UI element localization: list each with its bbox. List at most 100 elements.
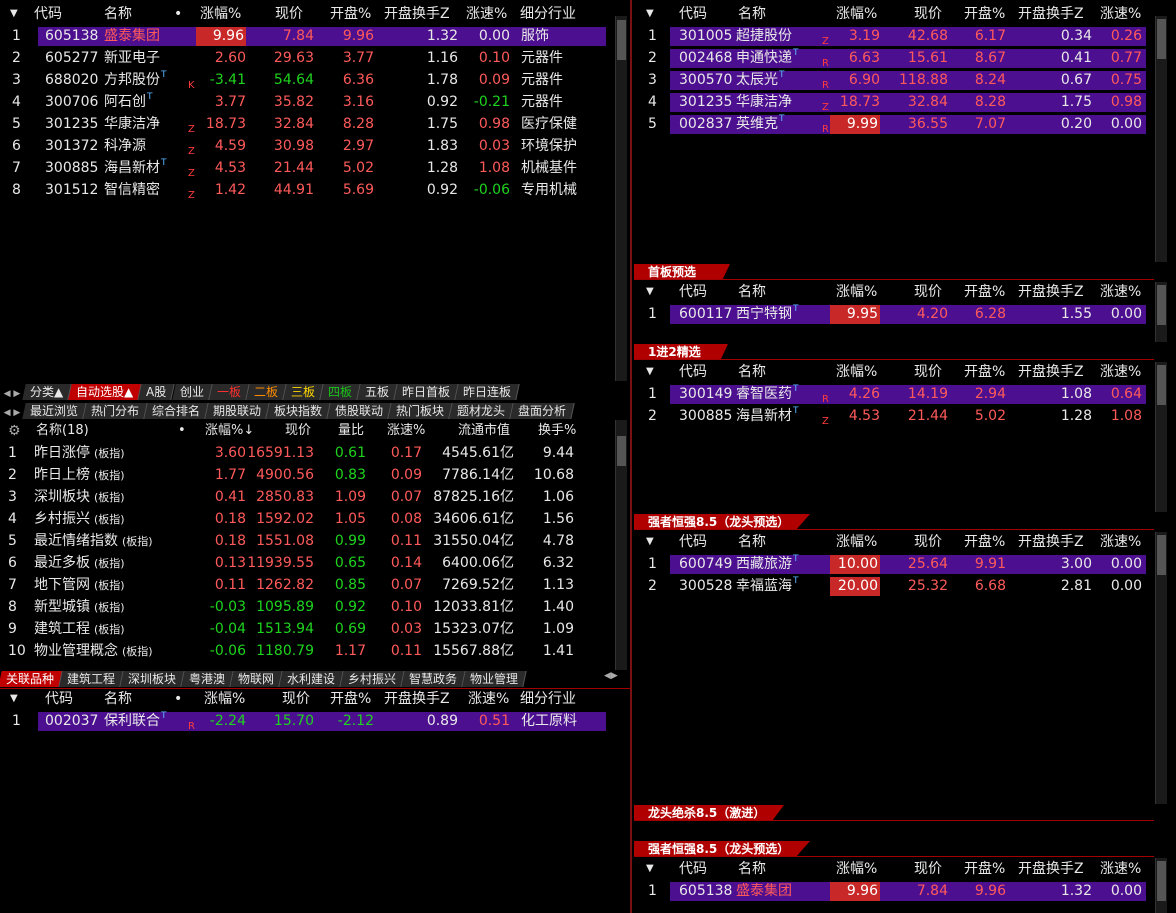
index-row[interactable]: 4 乡村振兴 (板指) 0.18 1592.02 1.05 0.08 34606.61亿 1.5…: [0, 508, 610, 530]
stock-row[interactable]: 1 605138 盛泰集团 9.96 7.84 9.96 1.32 0.00 服饰: [0, 25, 610, 47]
tab-tabs_row2-1[interactable]: 热门分布: [83, 403, 148, 419]
sec2-header[interactable]: ▼ 代码 名称 涨幅% 现价 开盘% 开盘换手Z 涨速%: [634, 361, 1154, 383]
stock-row[interactable]: 1 600117 西宁特钢T 9.95 4.20 6.28 1.55 0.00: [634, 303, 1154, 325]
tab-tabs_row3-4[interactable]: 物联网: [230, 671, 283, 687]
tab-tabs_row3-1[interactable]: 建筑工程: [59, 671, 124, 687]
sort-toggle-icon[interactable]: ▼: [646, 858, 654, 880]
tab-tabs_row3-6[interactable]: 乡村振兴: [340, 671, 405, 687]
sort-toggle-icon[interactable]: ▼: [646, 281, 654, 303]
section-title[interactable]: 龙头绝杀8.5（激进）: [634, 805, 784, 821]
speed-pct: 0.14: [390, 555, 422, 571]
tab-tabs_row1-4[interactable]: 一板: [209, 384, 250, 400]
tab-tabs_row1-5[interactable]: 二板: [246, 384, 287, 400]
tab-tabs_row1-8[interactable]: 五板: [357, 384, 398, 400]
tab-tabs_row3-8[interactable]: 物业管理: [462, 671, 527, 687]
right-scrollbar[interactable]: [1155, 858, 1167, 913]
stock-row[interactable]: 4 300706 阿石创T 3.77 35.82 3.16 0.92 -0.21 元器件: [0, 91, 610, 113]
stock-row[interactable]: 1 605138 盛泰集团 9.96 7.84 9.96 1.32 0.00: [634, 880, 1154, 902]
industry-header: 细分行业: [520, 691, 576, 707]
stock-row[interactable]: 2 300528 幸福蓝海T 20.00 25.32 6.68 2.81 0.00: [634, 575, 1154, 597]
settings-gear-icon[interactable]: ⚙: [8, 420, 21, 442]
index-row[interactable]: 7 地下管网 (板指) 0.11 1262.82 0.85 0.07 7269.52亿 1.13: [0, 574, 610, 596]
tab-tabs_row1-2[interactable]: A股: [138, 384, 176, 400]
section-title[interactable]: 首板预选8.5: [634, 264, 730, 280]
tab-tabs_row2-7[interactable]: 题材龙头: [449, 403, 514, 419]
top-left-scrollbar[interactable]: [615, 16, 627, 381]
tab-tabs_row3-0[interactable]: 关联品种: [0, 671, 63, 687]
stock-row[interactable]: 3 688020 方邦股份T K -3.41 54.64 6.36 1.78 0.09 元器件: [0, 69, 610, 91]
sec5-header[interactable]: ▼ 代码 名称 涨幅% 现价 开盘% 开盘换手Z 涨速%: [634, 858, 1154, 880]
tab-tabs_row3-5[interactable]: 水利建设: [279, 671, 344, 687]
tab-tabs_row1-9[interactable]: 昨日首板: [394, 384, 459, 400]
stock-row[interactable]: 5 301235 华康洁净 Z 18.73 32.84 8.28 1.75 0.98 医疗保健: [0, 113, 610, 135]
index-row[interactable]: 9 建筑工程 (板指) -0.04 1513.94 0.69 0.03 15323.07亿 1.…: [0, 618, 610, 640]
tab-tabs_row2-0[interactable]: 最近浏览: [22, 403, 87, 419]
stock-row[interactable]: 2 002468 申通快递T R 6.63 15.61 8.67 0.41 0.77: [634, 47, 1154, 69]
tab-tabs_row2-6[interactable]: 热门板块: [388, 403, 453, 419]
tab-tabs_row1-3[interactable]: 创业: [171, 384, 213, 400]
right-scrollbar[interactable]: [1155, 532, 1167, 804]
tab-tabs_row2-2[interactable]: 综合排名: [144, 403, 209, 419]
open-turnover: 1.08: [1060, 386, 1092, 402]
index-row[interactable]: 8 新型城镇 (板指) -0.03 1095.89 0.92 0.10 12033.81亿 1.…: [0, 596, 610, 618]
section-title[interactable]: 1进2精选8.5: [634, 344, 728, 360]
stock-row[interactable]: 1 002037 保利联合T R -2.24 15.70 -2.12 0.89 0.51 化工原料: [0, 710, 610, 732]
stock-code: 301235: [679, 94, 733, 110]
sort-toggle-icon[interactable]: ▼: [646, 361, 654, 383]
right-scrollbar[interactable]: [1155, 282, 1167, 342]
tab-label: A股: [146, 385, 167, 399]
right-top-header[interactable]: ▼ 代码 名称 涨幅% 现价 开盘% 开盘换手Z 涨速%: [634, 3, 1154, 25]
section-title[interactable]: 强者恒强8.5（龙头预选）: [634, 841, 810, 857]
index-row[interactable]: 10 物业管理概念 (板指) -0.06 1180.79 1.17 0.11 15567.88…: [0, 640, 610, 662]
stock-row[interactable]: 1 600749 西藏旅游T 10.00 25.64 9.91 3.00 0.00: [634, 553, 1154, 575]
section-title[interactable]: 强者恒强8.5（龙头预选）: [634, 514, 810, 530]
sort-toggle-icon[interactable]: ▼: [646, 3, 654, 25]
tab-scroll-left-icon[interactable]: ◀ ▶: [0, 389, 24, 399]
volume-ratio: 0.69: [334, 621, 366, 637]
tab-tabs_row2-3[interactable]: 期股联动: [205, 403, 270, 419]
stock-row[interactable]: 3 300570 太辰光T R 6.90 118.88 8.24 0.67 0.75: [634, 69, 1154, 91]
code-header: 代码: [45, 691, 73, 707]
row-index: 3: [12, 72, 21, 88]
index-row[interactable]: 6 最近多板 (板指) 0.13 11939.55 0.65 0.14 6400.06亿 6.3…: [0, 552, 610, 574]
stock-row[interactable]: 8 301512 智信精密 Z 1.42 44.91 5.69 0.92 -0.06 专用机械: [0, 179, 610, 201]
tab2-scroll-icon[interactable]: ◀ ▶: [0, 408, 24, 418]
index-list-header[interactable]: ⚙ 名称(18) • 涨幅%↓ 现价 量比 涨速% 流通市值 换手%: [0, 420, 615, 442]
index-row[interactable]: 1 昨日涨停 (板指) 3.60 16591.13 0.61 0.17 4545.61亿 9.4…: [0, 442, 610, 464]
index-row[interactable]: 2 昨日上榜 (板指) 1.77 4900.56 0.83 0.09 7786.14亿 10.6…: [0, 464, 610, 486]
stock-row[interactable]: 2 300885 海昌新材T Z 4.53 21.44 5.02 1.28 1.08: [634, 405, 1154, 427]
tab-label: 一板: [216, 385, 241, 399]
tab-tabs_row1-0[interactable]: 分类▲: [22, 384, 72, 400]
stock-row[interactable]: 1 300149 睿智医药T R 4.26 14.19 2.94 1.08 0.64: [634, 383, 1154, 405]
sort-toggle-icon[interactable]: ▼: [646, 531, 654, 553]
tab-tabs_row3-7[interactable]: 智慧政务: [401, 671, 466, 687]
sec1-header[interactable]: ▼ 代码 名称 涨幅% 现价 开盘% 开盘换手Z 涨速%: [634, 281, 1154, 303]
sort-toggle-icon[interactable]: ▼: [10, 688, 18, 710]
tab-tabs_row1-10[interactable]: 昨日连板: [455, 384, 520, 400]
tab-tabs_row1-1[interactable]: 自动选股▲: [68, 384, 143, 400]
stock-row[interactable]: 4 301235 华康洁净 Z 18.73 32.84 8.28 1.75 0.98: [634, 91, 1154, 113]
stock-row[interactable]: 7 300885 海昌新材T Z 4.53 21.44 5.02 1.28 1.08 机械基件: [0, 157, 610, 179]
tab-tabs_row3-3[interactable]: 粤港澳: [181, 671, 234, 687]
stock-code: 300885: [45, 160, 99, 176]
right-scrollbar[interactable]: [1155, 16, 1167, 262]
top-left-header[interactable]: 代码 名称 • 涨幅% 现价 开盘% 开盘换手Z 涨速% 细分行业 ▼: [0, 3, 615, 25]
stock-row[interactable]: 6 301372 科净源 Z 4.59 30.98 2.97 1.83 0.03 环境保护: [0, 135, 610, 157]
index-row[interactable]: 5 最近情绪指数 (板指) 0.18 1551.08 0.99 0.11 31550.04亿 4…: [0, 530, 610, 552]
tab-tabs_row2-4[interactable]: 板块指数: [266, 403, 331, 419]
tab-tabs_row2-5[interactable]: 债股联动: [327, 403, 392, 419]
sort-toggle-icon[interactable]: ▼: [10, 3, 18, 25]
related-header[interactable]: ▼ 代码 名称 • 涨幅% 现价 开盘% 开盘换手Z 涨速% 细分行业: [0, 688, 615, 710]
sec3-header[interactable]: ▼ 代码 名称 涨幅% 现价 开盘% 开盘换手Z 涨速%: [634, 531, 1154, 553]
stock-row[interactable]: 1 301005 超捷股份 Z 3.19 42.68 6.17 0.34 0.26: [634, 25, 1154, 47]
stock-row[interactable]: 5 002837 英维克T R 9.99 36.55 7.07 0.20 0.00: [634, 113, 1154, 135]
index-row[interactable]: 3 深圳板块 (板指) 0.41 2850.83 1.09 0.07 87825.16亿 1.0…: [0, 486, 610, 508]
tab-tabs_row1-7[interactable]: 四板: [320, 384, 361, 400]
tab-tabs_row2-8[interactable]: 盘面分析: [510, 403, 575, 419]
index-list-scrollbar[interactable]: [615, 420, 627, 670]
tab-tabs_row3-2[interactable]: 深圳板块: [120, 671, 185, 687]
tab3-scroll-icon[interactable]: ◀▶: [604, 671, 618, 681]
right-scrollbar[interactable]: [1155, 362, 1167, 512]
stock-row[interactable]: 2 605277 新亚电子 2.60 29.63 3.77 1.16 0.10 元器件: [0, 47, 610, 69]
tab-tabs_row1-6[interactable]: 三板: [283, 384, 324, 400]
